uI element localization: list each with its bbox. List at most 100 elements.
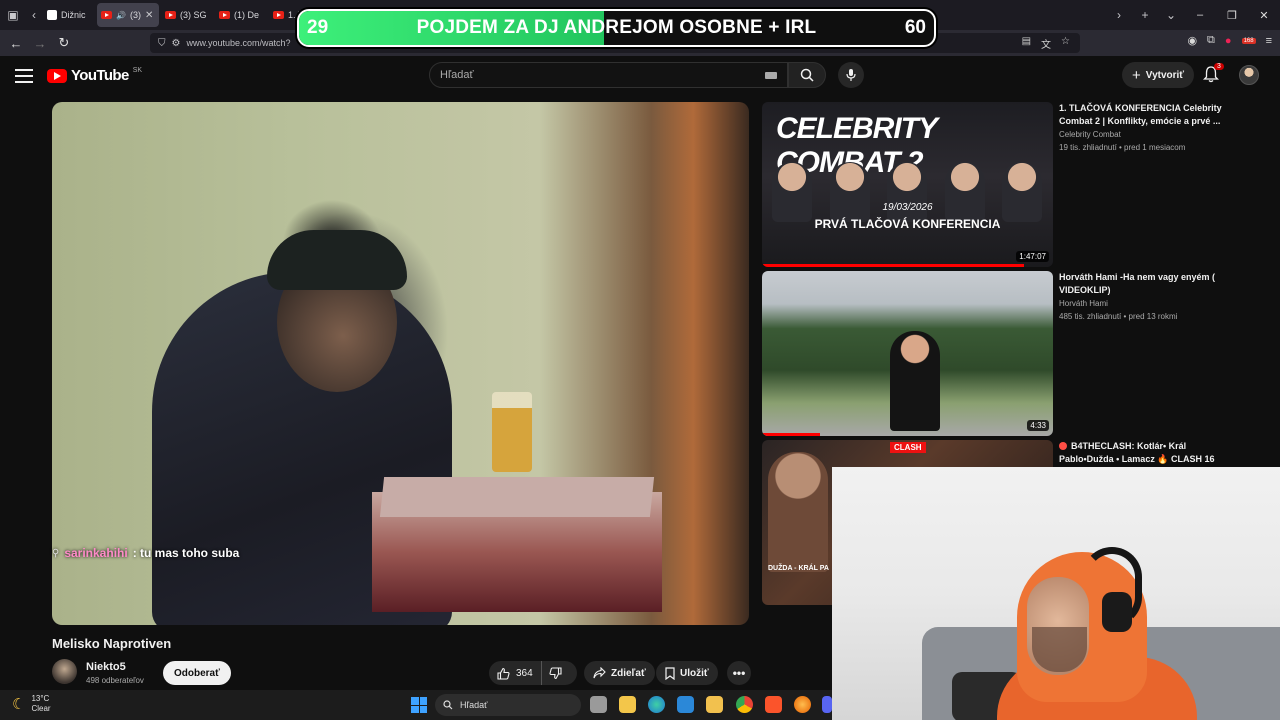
taskbar-search[interactable]: Hľadať xyxy=(435,694,581,716)
brave-icon[interactable] xyxy=(765,696,782,713)
channel-name[interactable]: Niekto5 xyxy=(86,661,126,673)
webcam-earcup xyxy=(1102,592,1132,632)
account-icon[interactable]: ◉ xyxy=(1187,34,1197,47)
firefox-icon[interactable] xyxy=(794,696,811,713)
thumbnail-date-text: 19/03/2026 xyxy=(882,202,933,213)
region-code: SK xyxy=(132,67,143,74)
more-actions-button[interactable]: ••• xyxy=(727,661,751,685)
vpn-extension-icon[interactable]: ● xyxy=(1225,35,1232,47)
search-icon xyxy=(800,68,814,82)
search-button[interactable] xyxy=(788,62,826,88)
goal-current: 29 xyxy=(307,17,329,38)
youtube-logo[interactable]: YouTube SK xyxy=(47,67,142,84)
reader-view-icon[interactable]: ▤ xyxy=(1022,36,1031,51)
thumbnail-names: DUŽDA - KRÁL PA xyxy=(768,565,829,572)
goal-target: 60 xyxy=(904,17,926,38)
tab-label: (3) xyxy=(129,10,141,20)
thumbnail-person xyxy=(890,331,940,431)
thumbnail-subtitle-text: PRVÁ TLAČOVÁ KONFERENCIA xyxy=(814,217,1001,231)
file-explorer-icon[interactable] xyxy=(706,696,723,713)
back-button[interactable]: ← xyxy=(4,31,28,55)
search-box[interactable] xyxy=(429,62,788,88)
recommendation-title[interactable]: 1. TLAČOVÁ KONFERENCIA Celebrity Combat … xyxy=(1059,102,1229,128)
youtube-logo-text: YouTube xyxy=(71,67,129,84)
weather-widget[interactable]: ☾ 13°C Clear xyxy=(12,694,51,714)
recommendation-thumbnail[interactable]: 4:33 xyxy=(762,271,1053,436)
like-count: 364 xyxy=(516,667,533,679)
maximize-button[interactable]: ❐ xyxy=(1216,0,1248,30)
browser-tab[interactable]: Dižnic xyxy=(43,3,95,27)
extensions-icon[interactable]: ⧉ xyxy=(1207,34,1215,47)
thumbnail-fighter xyxy=(768,452,828,572)
stream-chat-message: ⚲ sarinkahihi : tu mas toho suba xyxy=(52,546,239,560)
channel-avatar[interactable] xyxy=(52,659,77,684)
share-button[interactable]: Zdieľať xyxy=(584,661,655,685)
voice-search-button[interactable] xyxy=(838,62,864,88)
tab-list-dropdown-icon[interactable]: ⌄ xyxy=(1158,0,1184,30)
recommendation-item[interactable]: 4:33 Horváth Hami -Ha nem vagy enyém ( V… xyxy=(762,271,1232,436)
recommendation-channel[interactable]: Celebrity Combat xyxy=(1059,130,1229,139)
notifications-button[interactable]: 3 xyxy=(1202,63,1224,84)
speaker-icon[interactable]: 🔊 xyxy=(116,11,126,20)
video-title: Melisko Naprotiven xyxy=(52,636,172,651)
bookmark-icon xyxy=(665,666,675,680)
recommendation-title-text: B4THECLASH: Kotlár• Král Pablo•Dužda • L… xyxy=(1059,441,1215,464)
new-tab-button[interactable]: + xyxy=(1132,0,1158,30)
recommendation-title[interactable]: B4THECLASH: Kotlár• Král Pablo•Dužda • L… xyxy=(1059,440,1229,466)
photos-icon[interactable] xyxy=(677,696,694,713)
chrome-icon[interactable] xyxy=(736,696,753,713)
webcam-beard xyxy=(1032,627,1087,672)
account-avatar[interactable] xyxy=(1239,65,1259,85)
task-view-icon[interactable] xyxy=(590,696,607,713)
tab-close-icon[interactable]: ✕ xyxy=(145,10,153,21)
edge-icon[interactable] xyxy=(648,696,665,713)
app-icon[interactable] xyxy=(822,696,832,713)
subscribe-button[interactable]: Odoberať xyxy=(163,661,231,685)
browser-tab[interactable]: (1) De xyxy=(215,3,267,27)
recommendation-title[interactable]: Horváth Hami -Ha nem vagy enyém ( VIDEOK… xyxy=(1059,271,1229,297)
keyboard-icon[interactable] xyxy=(765,72,777,79)
tab-label: (3) SG xyxy=(180,10,207,20)
moon-icon: ☾ xyxy=(12,696,26,713)
hamburger-menu-icon[interactable] xyxy=(15,69,33,83)
browser-tab[interactable]: 🔊 (3) ✕ xyxy=(97,3,159,27)
goal-text: POJDEM ZA DJ ANDREJOM OSOBNE + IRL xyxy=(416,17,817,38)
like-button[interactable]: 364 xyxy=(489,661,542,685)
translate-icon[interactable]: 文 xyxy=(1041,36,1051,51)
recommendation-item[interactable]: CELEBRITY COMBAT 2 19/03/2026 PRVÁ TLAČO… xyxy=(762,102,1232,267)
windows-start-icon[interactable] xyxy=(411,697,427,713)
search-input[interactable] xyxy=(440,69,740,81)
browser-menu-icon[interactable]: ≡ xyxy=(1266,35,1272,47)
recommendation-channel[interactable]: Horváth Hami xyxy=(1059,299,1229,308)
store-icon[interactable] xyxy=(619,696,636,713)
create-button[interactable]: + Vytvoriť xyxy=(1122,62,1195,88)
thumbs-up-icon xyxy=(497,667,510,680)
tab-overview-icon[interactable]: ▣ xyxy=(0,0,26,30)
more-dots-icon: ••• xyxy=(732,666,746,680)
like-dislike-group: 364 xyxy=(489,661,577,685)
recommendation-meta: 19 tis. zhliadnutí • pred 1 mesiacom xyxy=(1059,143,1186,152)
bookmark-star-icon[interactable]: ☆ xyxy=(1061,36,1070,51)
youtube-favicon-icon xyxy=(219,11,230,19)
browser-tab[interactable]: (3) SG xyxy=(161,3,213,27)
notification-count-badge: 3 xyxy=(1214,63,1224,70)
video-beer-glass xyxy=(492,392,532,472)
dislike-button[interactable] xyxy=(542,661,569,685)
chat-text: : tu mas toho suba xyxy=(132,546,240,560)
reload-button[interactable]: ↻ xyxy=(52,31,76,55)
minimize-button[interactable]: – xyxy=(1184,0,1216,30)
recommendation-thumbnail[interactable]: CELEBRITY COMBAT 2 19/03/2026 PRVÁ TLAČO… xyxy=(762,102,1053,267)
site-settings-icon[interactable]: ⚙ xyxy=(172,38,181,49)
weather-condition: Clear xyxy=(31,704,51,713)
thumbs-down-icon xyxy=(549,666,562,679)
tab-scroll-right-icon[interactable]: › xyxy=(1106,0,1132,30)
tab-scroll-left-icon[interactable]: ‹ xyxy=(26,0,42,30)
extension-badge[interactable]: 168 xyxy=(1241,37,1256,44)
windows-taskbar: ☾ 13°C Clear Hľadať xyxy=(0,690,832,720)
url-text[interactable]: www.youtube.com/watch? xyxy=(186,38,290,48)
forward-button[interactable]: → xyxy=(28,31,52,55)
shield-icon[interactable]: ⛉ xyxy=(158,38,166,49)
close-window-button[interactable]: ✕ xyxy=(1248,0,1280,30)
save-button[interactable]: Uložiť xyxy=(656,661,718,685)
watch-progress-bar xyxy=(762,433,821,436)
